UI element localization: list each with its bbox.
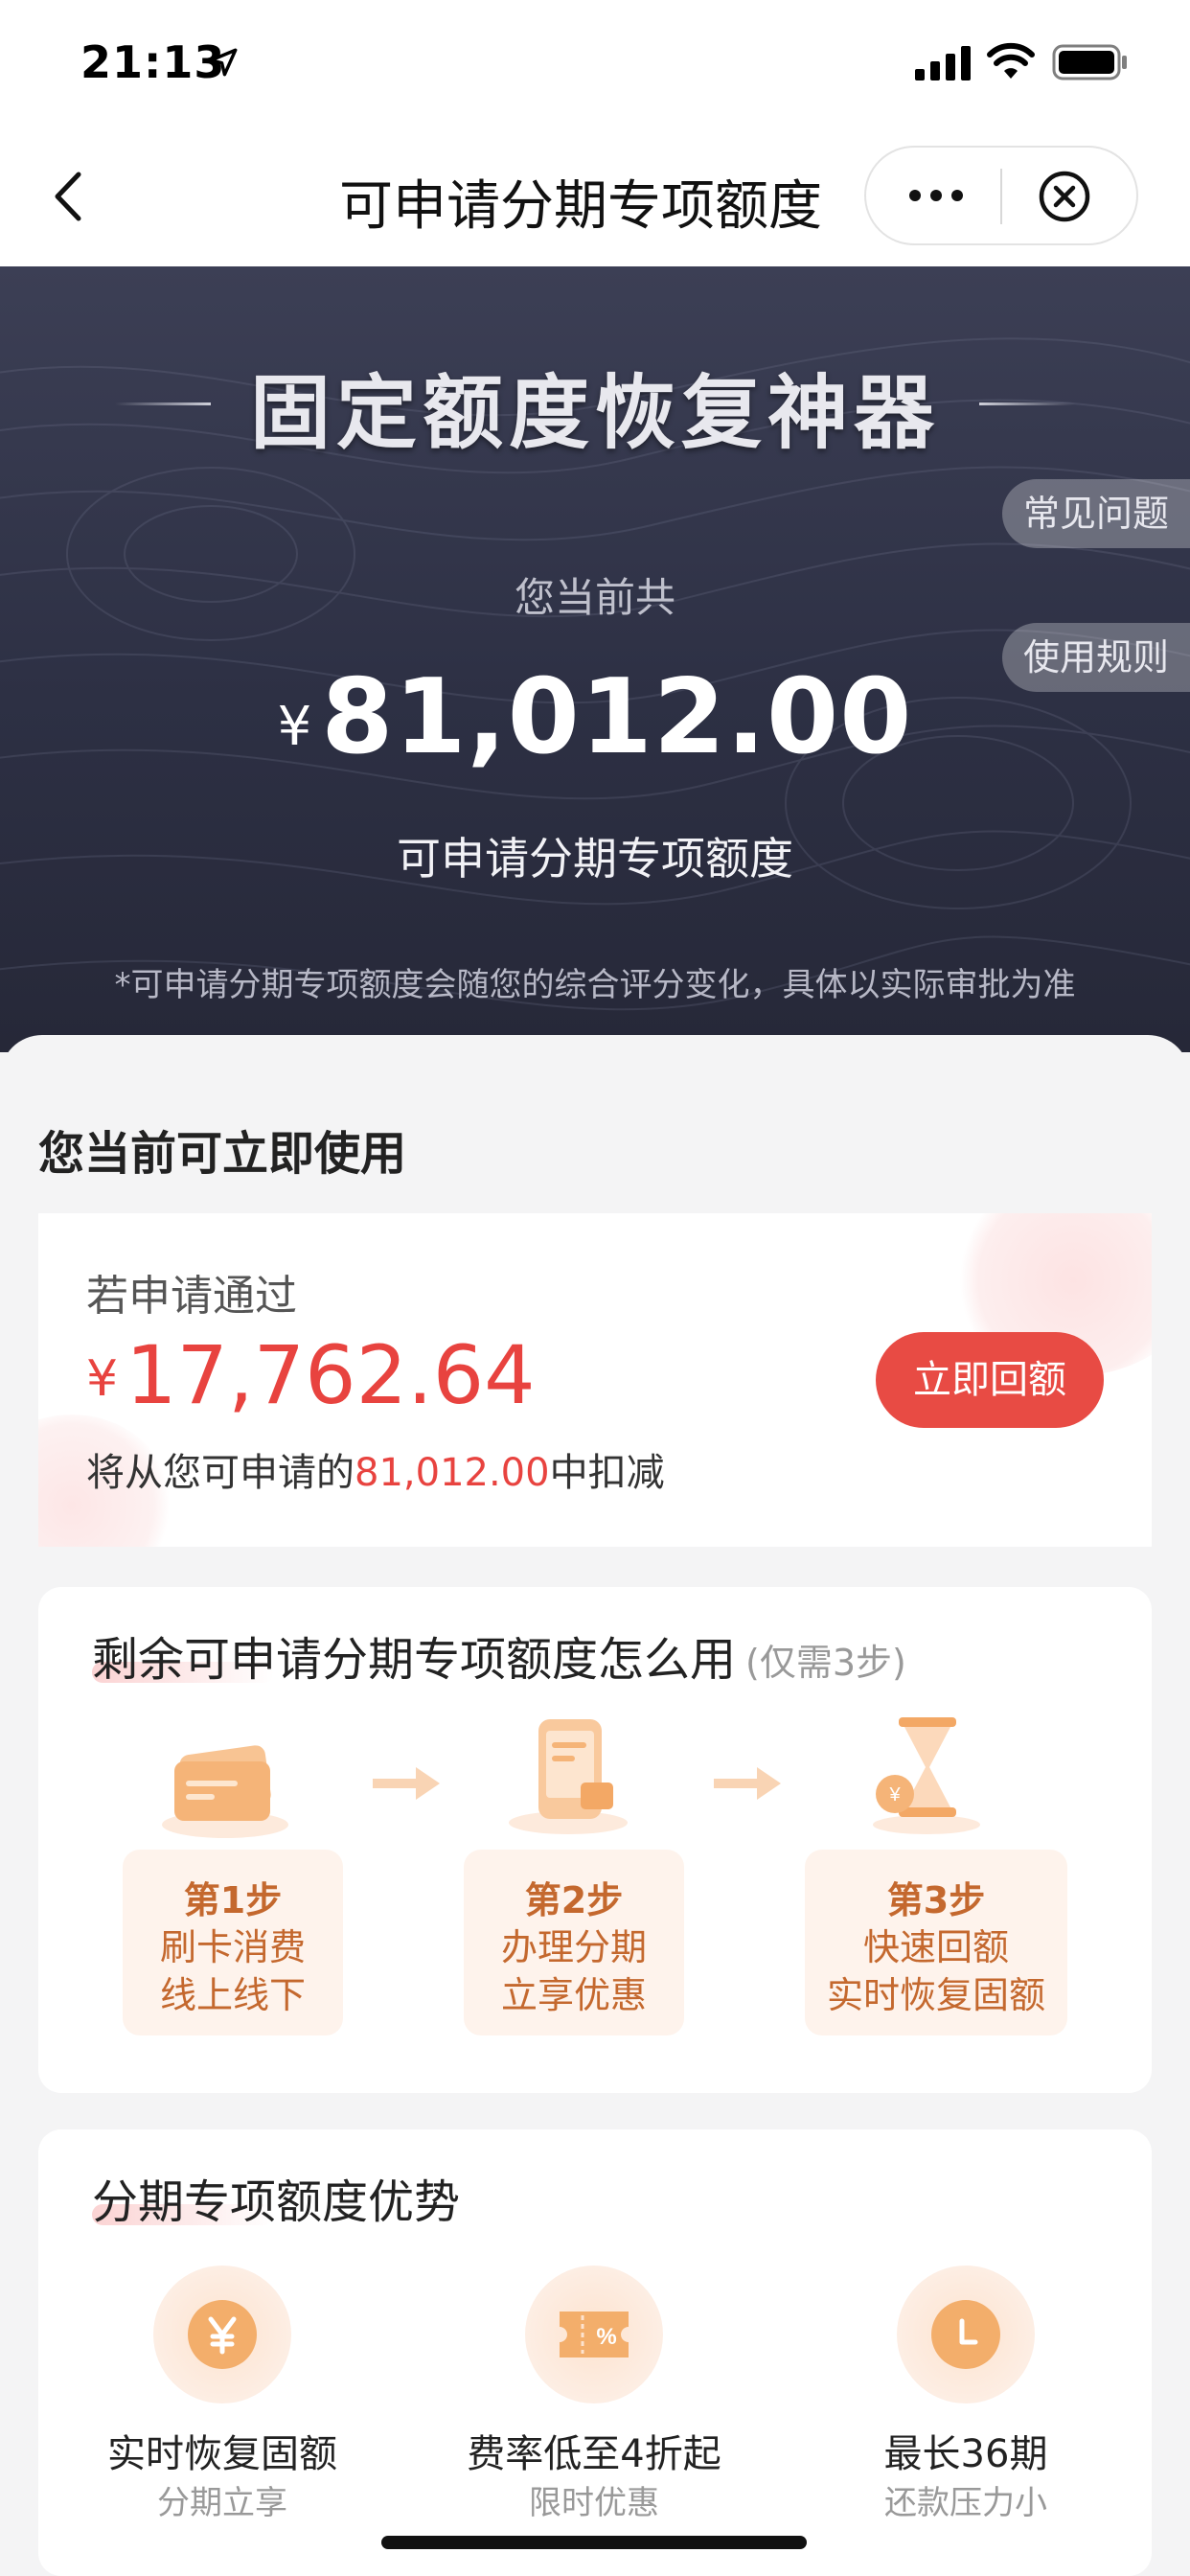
nav-bar: 可申请分期专项额度 — [0, 126, 1190, 266]
phone-installment-icon — [509, 1719, 628, 1834]
total-amount: ¥81,012.00 — [0, 657, 1190, 777]
hero-disclaimer: *可申请分期专项额度会随您的综合评分变化，具体以实际审批为准 — [114, 966, 1076, 1004]
arrow-right-icon — [373, 1767, 440, 1800]
clock-icon — [897, 2266, 1035, 2404]
howto-title-text: 剩余可申请分期专项额度怎么用 — [92, 1633, 737, 1687]
howto-hint: (仅需3步) — [745, 1642, 906, 1684]
banner-title: 固定额度恢复神器 — [249, 366, 940, 460]
step-1-line1: 刷卡消费 — [159, 1926, 306, 1968]
advantages-title: 分期专项额度优势 — [92, 2164, 460, 2231]
hourglass-coin-icon: ¥ — [873, 1717, 980, 1834]
restore-amount: ¥17,762.64 — [86, 1328, 536, 1422]
yen-coin-icon — [153, 2266, 291, 2404]
restore-amount-value: 17,762.64 — [126, 1328, 536, 1422]
step-3-line1: 快速回额 — [862, 1926, 1009, 1968]
svg-text:¥: ¥ — [888, 1784, 901, 1806]
advantage-3-label: 最长36期 — [883, 2432, 1048, 2476]
step-2-heading: 第2步 — [524, 1879, 624, 1921]
deduct-prefix: 将从您可申请的 — [86, 1451, 355, 1495]
howto-card: 剩余可申请分期专项额度怎么用 (仅需3步) ¥ 第1步 刷卡消费 线上线下 第2… — [38, 1587, 1152, 2093]
deduct-amount: 81,012.00 — [355, 1451, 550, 1495]
page-title: 可申请分期专项额度 — [339, 175, 822, 238]
restore-now-button[interactable]: 立即回额 — [876, 1332, 1104, 1428]
deduct-note: 将从您可申请的81,012.00中扣减 — [86, 1441, 665, 1497]
close-circle-icon[interactable] — [1037, 169, 1092, 224]
step-2-line1: 办理分期 — [500, 1926, 647, 1968]
step-3: 第3步 快速回额 实时恢复固额 — [805, 1850, 1067, 2036]
wifi-icon — [987, 42, 1035, 79]
immediate-use-card: 若申请通过 ¥17,762.64 将从您可申请的81,012.00中扣减 立即回… — [38, 1213, 1152, 1547]
currency-symbol: ¥ — [86, 1350, 119, 1408]
content-sheet: 您当前可立即使用 若申请通过 ¥17,762.64 将从您可申请的81,012.… — [0, 1035, 1190, 2576]
status-bar: 21:13 — [0, 0, 1190, 126]
faq-tab[interactable]: 常见问题 — [1002, 479, 1190, 548]
status-time: 21:13 — [80, 36, 226, 88]
howto-title: 剩余可申请分期专项额度怎么用 (仅需3步) — [92, 1622, 906, 1689]
if-approved-label: 若申请通过 — [86, 1272, 297, 1321]
advantages-card: 分期专项额度优势 % 实时恢复固额 分期立享 费率低至4折起 限时优惠 最长36… — [38, 2129, 1152, 2576]
cellular-signal-icon — [915, 46, 971, 80]
section-title-immediate: 您当前可立即使用 — [38, 1127, 407, 1181]
step-2: 第2步 办理分期 立享优惠 — [464, 1850, 684, 2036]
battery-icon — [1052, 44, 1127, 80]
arrow-right-icon — [714, 1767, 781, 1800]
hero-subtitle: 您当前共 — [514, 574, 675, 621]
capsule-divider — [1000, 169, 1002, 224]
svg-text:%: % — [596, 2324, 616, 2350]
home-indicator[interactable] — [381, 2536, 807, 2549]
step-3-line2: 实时恢复固额 — [826, 1974, 1045, 2016]
step-3-heading: 第3步 — [886, 1879, 986, 1921]
location-arrow-icon — [209, 48, 238, 77]
step-1-heading: 第1步 — [183, 1879, 283, 1921]
step-2-line2: 立享优惠 — [500, 1974, 647, 2016]
currency-symbol: ¥ — [277, 696, 312, 758]
hero-banner: 固定额度恢复神器 常见问题 使用规则 您当前共 ¥81,012.00 可申请分期… — [0, 266, 1190, 1052]
hero-caption: 可申请分期专项额度 — [397, 833, 793, 885]
mini-program-capsule — [864, 146, 1138, 245]
advantage-1-label: 实时恢复固额 — [107, 2432, 337, 2476]
advantage-2-label: 费率低至4折起 — [467, 2432, 721, 2476]
total-amount-value: 81,012.00 — [321, 657, 913, 777]
advantages-title-text: 分期专项额度优势 — [92, 2175, 461, 2229]
discount-ticket-icon: % — [525, 2266, 663, 2404]
credit-card-icon — [162, 1745, 288, 1838]
step-1-line2: 线上线下 — [159, 1974, 306, 2016]
advantage-2-sub: 限时优惠 — [529, 2484, 659, 2522]
deduct-suffix: 中扣减 — [549, 1451, 665, 1495]
advantage-3-sub: 还款压力小 — [884, 2484, 1047, 2522]
step-1: 第1步 刷卡消费 线上线下 — [123, 1850, 343, 2036]
advantage-1-sub: 分期立享 — [157, 2484, 287, 2522]
more-dots-icon[interactable] — [903, 176, 970, 215]
back-button[interactable] — [44, 165, 92, 228]
